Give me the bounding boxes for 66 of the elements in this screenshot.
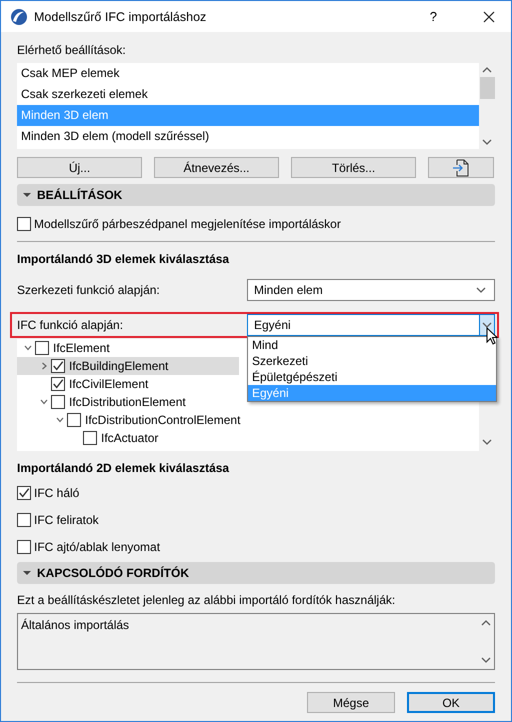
scroll-down-icon[interactable] <box>481 657 491 663</box>
checkbox-label: Modellszűrő párbeszédpanel megjelenítése importáláskor <box>34 217 341 231</box>
list-item[interactable]: Minden 3D elem (modell szűréssel) <box>17 126 479 147</box>
group-heading: Importálandó 2D elemek kiválasztása <box>17 461 230 475</box>
presets-label: Elérhető beállítások: <box>17 43 127 57</box>
tree-checkbox[interactable] <box>83 431 97 445</box>
tree-checkbox[interactable] <box>67 413 81 427</box>
file-arrow-icon <box>452 158 470 176</box>
checkbox-label: IFC ajtó/ablak lenyomat <box>34 540 160 554</box>
list-item[interactable]: Csak MEP elemek <box>17 63 479 84</box>
group-heading: Importálandó 3D elemek kiválasztása <box>17 252 230 266</box>
checkbox[interactable] <box>17 486 31 500</box>
window-title: Modellszűrő IFC importáláshoz <box>34 10 208 24</box>
section-title: BEÁLLÍTÁSOK <box>37 188 122 202</box>
dropdown-option[interactable]: Épületgépészeti <box>248 369 496 385</box>
list-item: Általános importálás <box>21 618 130 632</box>
checkbox-label: IFC feliratok <box>34 513 99 527</box>
field-label: IFC funkció alapján: <box>17 318 124 332</box>
field-label: Szerkezeti funkció alapján: <box>17 283 161 297</box>
tree-item[interactable]: IfcBuildingElement <box>69 359 168 373</box>
app-logo-icon <box>10 8 28 26</box>
list-item[interactable]: Csak szerkezeti elemek <box>17 84 479 105</box>
checkbox[interactable] <box>17 540 31 554</box>
preset-button[interactable]: Átnevezés... <box>154 157 279 178</box>
scroll-down-icon[interactable] <box>482 439 492 445</box>
tree-row[interactable]: IfcDistributionElement <box>17 393 239 411</box>
tree-item[interactable]: IfcElement <box>53 341 110 355</box>
scroll-up-icon[interactable] <box>481 620 491 626</box>
caret-icon[interactable] <box>40 398 48 406</box>
cancel-button[interactable]: Mégse <box>307 692 395 713</box>
caret-icon[interactable] <box>56 416 64 424</box>
tree-item[interactable]: IfcActuator <box>101 431 158 445</box>
help-button[interactable]: ? <box>430 9 437 24</box>
scroll-down-icon[interactable] <box>482 139 492 145</box>
checkbox[interactable] <box>17 513 31 527</box>
caret-icon[interactable] <box>40 362 48 370</box>
tree-row[interactable]: IfcDistributionControlElement <box>17 411 244 429</box>
export-button[interactable] <box>428 157 494 178</box>
chevron-down-icon[interactable] <box>476 287 486 293</box>
tree-row[interactable]: IfcCivilElement <box>17 375 239 393</box>
tree-row[interactable]: IfcElement <box>17 339 239 357</box>
chevron-down-icon[interactable] <box>482 322 492 328</box>
checkbox-label: IFC háló <box>34 486 80 500</box>
close-icon[interactable] <box>483 10 495 22</box>
description-text: Ezt a beállításkészletet jelenleg az alábbi importáló fordítók használják: <box>17 593 396 607</box>
tree-row[interactable]: IfcActuator <box>17 429 239 447</box>
checkbox[interactable] <box>17 217 31 231</box>
tree-item[interactable]: IfcDistributionControlElement <box>85 413 240 427</box>
tree-item[interactable]: IfcDistributionElement <box>69 395 186 409</box>
dropdown[interactable]: Minden elem <box>247 279 495 301</box>
section-title: KAPCSOLÓDÓ FORDÍTÓK <box>37 566 189 580</box>
caret-icon[interactable] <box>24 344 32 352</box>
scrollbar-thumb[interactable] <box>480 77 494 99</box>
tree-checkbox[interactable] <box>35 341 49 355</box>
preset-button[interactable]: Új... <box>17 157 142 178</box>
tree-row[interactable]: IfcBuildingElement <box>17 357 239 375</box>
tree-checkbox[interactable] <box>51 395 65 409</box>
preset-button[interactable]: Törlés... <box>291 157 416 178</box>
dropdown-option[interactable]: Szerkezeti <box>248 353 496 369</box>
tree-checkbox[interactable] <box>51 359 65 373</box>
section-header[interactable]: KAPCSOLÓDÓ FORDÍTÓK <box>17 562 495 584</box>
ok-button[interactable]: OK <box>407 692 495 713</box>
section-header[interactable]: BEÁLLÍTÁSOK <box>17 184 495 206</box>
tree-item[interactable]: IfcCivilElement <box>69 377 148 391</box>
scroll-up-icon[interactable] <box>482 67 492 73</box>
tree-checkbox[interactable] <box>51 377 65 391</box>
